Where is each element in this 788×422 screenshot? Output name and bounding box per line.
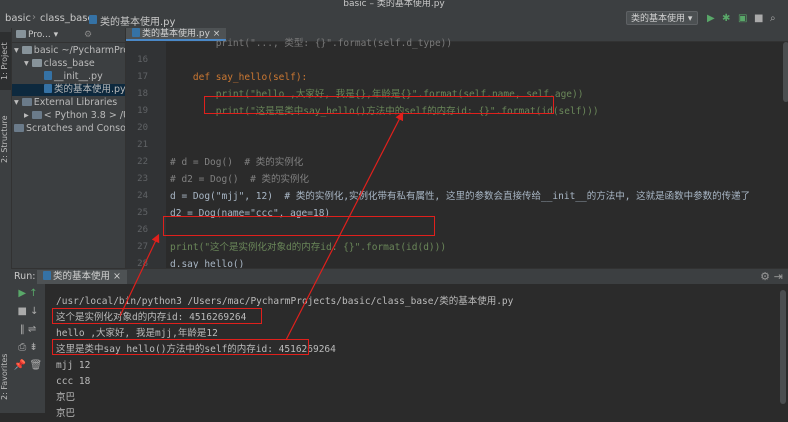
code-line: print("这是是类中say_hello()方法中的self的内存id: {}… (170, 106, 599, 117)
breadcrumb-separator-icon: › (32, 12, 36, 23)
line-number: 27 (137, 242, 148, 252)
project-panel-header: Pro... ▾ ⚙ (12, 28, 125, 43)
code-line: def say_hello(self): (170, 72, 308, 83)
project-panel-title[interactable]: Pro... (28, 30, 51, 40)
tree-item-label: __init__.py (54, 71, 103, 82)
run-console[interactable]: ▶ ↑ ■ ↓ ‖ ⇌ ⎙ ⇟ 📌 🗑 /usr/local/bin/pytho… (11, 284, 788, 419)
tree-item-init[interactable]: __init__.py (44, 71, 103, 83)
python-file-icon (44, 71, 52, 80)
run-tab[interactable]: 类的基本使用 × (37, 270, 127, 284)
print-icon[interactable]: ⎙ ⇟ (11, 342, 45, 354)
console-output-line: mjj 12 (56, 360, 91, 371)
console-output-line: 这里是类中say_hello()方法中的self的内存id: 451626926… (56, 344, 336, 355)
tree-item-python-sdk[interactable]: ▸ < Python 3.8 > /Usr (24, 110, 125, 122)
run-icon[interactable]: ▶ (707, 13, 715, 25)
folder-icon (21, 46, 32, 54)
tree-item-label: Scratches and Console (26, 123, 125, 134)
line-number: 19 (137, 106, 148, 116)
line-number: 24 (137, 191, 148, 201)
console-scrollbar[interactable] (780, 290, 786, 404)
python-file-icon (44, 84, 52, 93)
favorites-tool-tab[interactable]: 2: Favorites (0, 346, 11, 408)
line-number: 22 (137, 157, 148, 167)
scratches-icon (14, 124, 24, 132)
run-tab-label: 类的基本使用 (53, 271, 111, 282)
tree-item-label: basic ~/PycharmProje (33, 45, 125, 56)
tree-item-label: External Libraries (33, 97, 118, 108)
project-tool-tab[interactable]: 1: Project (0, 32, 11, 90)
console-output-line: ccc 18 (56, 376, 91, 387)
code-line: d2 = Dog(name="ccc", age=18) (170, 208, 331, 219)
run-configuration-select[interactable]: 类的基本使用 ▾ (626, 11, 698, 25)
tree-item-basic[interactable]: ▾ basic ~/PycharmProje (14, 45, 125, 57)
tree-item-label: class_base (43, 58, 95, 69)
folder-icon (31, 59, 42, 67)
stop-icon[interactable]: ■ (754, 13, 763, 25)
tree-item-external-libraries[interactable]: ▾ External Libraries (14, 97, 117, 109)
settings-gear-icon[interactable]: ⚙ (84, 28, 92, 42)
coverage-icon[interactable]: ▣ (738, 13, 747, 25)
line-number: 26 (137, 225, 148, 235)
run-label: Run: (14, 271, 36, 282)
code-line: print("hello ,大家好, 我是{},年龄是{}".format(se… (170, 89, 584, 100)
line-number: 25 (137, 208, 148, 218)
project-folder-icon (16, 30, 26, 38)
console-output-line: 京巴 (56, 408, 76, 419)
rerun-icon[interactable]: ▶ ↑ (11, 288, 45, 300)
console-output-line: 京巴 (56, 392, 76, 403)
code-line: print("这个是实例化对象d的内存id: {}".format(id(d))… (170, 242, 447, 253)
console-output-line: 这个是实例化对象d的内存id: 4516269264 (56, 312, 247, 323)
tree-item-class-file[interactable]: 类的基本使用.py (12, 84, 125, 96)
python-file-icon (89, 15, 97, 24)
code-line: # d2 = Dog() # 类的实例化 (170, 174, 310, 185)
line-number: 20 (137, 123, 148, 133)
debug-icon[interactable]: ✱ (722, 13, 730, 25)
console-command-line: /usr/local/bin/python3 /Users/mac/Pychar… (56, 296, 514, 307)
editor-scrollbar[interactable] (783, 42, 788, 102)
pause-icon[interactable]: ‖ ⇌ (11, 324, 45, 336)
stop-icon[interactable]: ■ ↓ (11, 306, 45, 318)
run-configuration-label: 类的基本使用 (631, 14, 686, 24)
navigation-bar: basic › class_base › 类的基本使用.py 类的基本使用 ▾ … (0, 10, 788, 29)
run-toolbar: ▶ ↑ ■ ↓ ‖ ⇌ ⎙ ⇟ 📌 🗑 (11, 284, 45, 413)
library-icon (31, 111, 42, 119)
line-number: 16 (137, 55, 148, 65)
library-icon (21, 98, 32, 106)
line-number: 21 (137, 140, 148, 150)
pin-icon[interactable]: 📌 🗑 (11, 360, 45, 372)
tree-item-class-base[interactable]: ▾ class_base (24, 58, 95, 70)
tree-item-label: < Python 3.8 > /Usr (43, 110, 125, 121)
console-output-line: hello ,大家好, 我是mjj,年龄是12 (56, 328, 218, 339)
tree-item-scratches[interactable]: Scratches and Console (14, 123, 125, 135)
search-icon[interactable]: ⌕ (770, 13, 776, 25)
line-number: 18 (137, 89, 148, 99)
hide-panel-icon[interactable]: ⇥ (774, 270, 783, 283)
line-number: 23 (137, 174, 148, 184)
line-number (126, 35, 148, 52)
code-editor[interactable]: 类的基本使用.py × 16 17 18 19 20 21 22 23 24 2… (125, 28, 788, 270)
line-number: 17 (137, 72, 148, 82)
breadcrumb-file[interactable]: 类的基本使用.py (100, 13, 175, 28)
structure-tool-tab[interactable]: 2: Structure (0, 106, 11, 172)
settings-gear-icon[interactable]: ⚙ (760, 270, 770, 283)
breadcrumb-separator-icon: › (82, 12, 86, 23)
project-panel: Pro... ▾ ⚙ ▾ basic ~/PycharmProje ▾ clas… (12, 28, 125, 268)
window-title: basic – 类的基本使用.py (343, 0, 445, 9)
breadcrumb-project[interactable]: basic (5, 13, 31, 24)
code-line: # d = Dog() # 类的实例化 (170, 157, 304, 168)
tree-item-label: 类的基本使用.py (54, 84, 125, 95)
code-line: d = Dog("mjj", 12) # 类的实例化,实例化带有私有属性, 这里… (170, 191, 751, 202)
python-file-icon (43, 271, 51, 280)
code-line: print("..., 类型: {}".format(self.d_type)) (170, 38, 453, 49)
